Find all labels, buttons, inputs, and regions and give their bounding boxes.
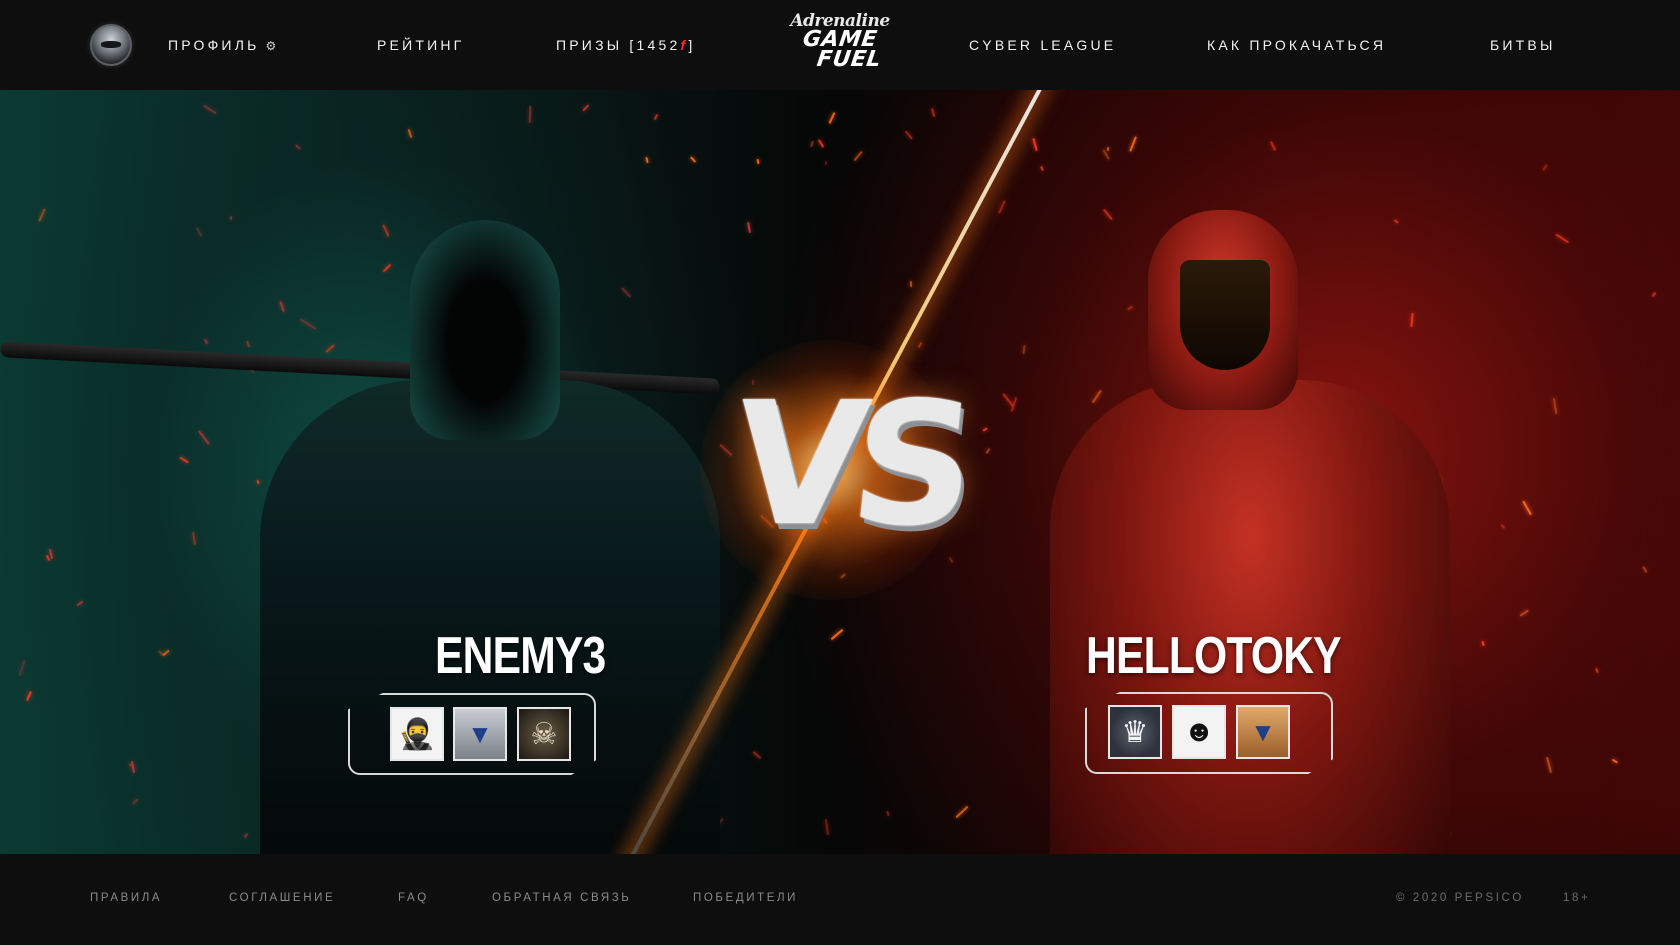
spark <box>1555 233 1569 244</box>
elite-gold-icon[interactable]: ▼ <box>1236 705 1290 759</box>
crown-icon[interactable]: ♛ <box>1108 705 1162 759</box>
footer-feedback-link[interactable]: ОБРАТНАЯ СВЯЗЬ <box>492 892 631 904</box>
spark <box>1269 140 1276 151</box>
spark <box>955 806 969 819</box>
spark <box>192 532 197 546</box>
spark <box>1545 756 1552 773</box>
footer-rules-link[interactable]: ПРАВИЛА <box>90 892 162 904</box>
nav-howto[interactable]: КАК ПРОКАЧАТЬСЯ <box>1207 36 1386 54</box>
spark <box>930 108 935 118</box>
nav-profile[interactable]: ПРОФИЛЬ ⚙ <box>168 36 279 55</box>
gear-icon[interactable]: ⚙ <box>265 37 279 55</box>
spark <box>756 158 760 164</box>
left-character-body <box>260 380 720 854</box>
spark <box>1481 641 1486 647</box>
spark <box>886 810 890 816</box>
top-navigation: ПРОФИЛЬ ⚙ РЕЙТИНГ ПРИЗЫ [1452f] Adrenalin… <box>0 0 1680 90</box>
nav-prizes[interactable]: ПРИЗЫ [1452f] <box>556 36 695 54</box>
nav-cyber-league-label: CYBER LEAGUE <box>969 37 1117 53</box>
spark <box>45 555 51 562</box>
spark <box>1039 165 1044 172</box>
vs-title: VS <box>724 366 972 564</box>
right-character-body <box>1050 380 1450 854</box>
spark <box>1518 609 1529 617</box>
nav-profile-label: ПРОФИЛЬ <box>168 37 260 53</box>
nav-rating-label: РЕЙТИНГ <box>377 37 465 53</box>
footer-winners-link[interactable]: ПОБЕДИТЕЛИ <box>693 892 798 904</box>
nav-battles-label: БИТВЫ <box>1490 37 1556 53</box>
spark <box>746 221 751 233</box>
nav-rating[interactable]: РЕЙТИНГ <box>377 36 464 54</box>
spark <box>195 227 202 237</box>
spark <box>203 338 209 344</box>
left-character-hood <box>410 220 560 440</box>
spark <box>904 130 913 141</box>
right-character-visor <box>1180 260 1270 370</box>
spark <box>1542 163 1548 171</box>
battle-hero: VS ENEMY3 🥷 ▼ ☠ HELLOTOKY ♛ ☻ ▼ <box>0 90 1680 854</box>
spark <box>1106 146 1110 152</box>
footer-faq-link[interactable]: FAQ <box>398 892 429 904</box>
spark <box>1032 138 1038 151</box>
spark <box>38 208 46 222</box>
logo-fuel: FUEL <box>815 47 883 72</box>
spark <box>161 649 170 657</box>
spark <box>828 112 836 125</box>
hood-icon[interactable]: 🥷 <box>390 707 444 761</box>
spark <box>1522 500 1532 516</box>
spark <box>179 456 189 464</box>
spark <box>644 156 649 163</box>
spark <box>690 156 697 163</box>
robot-icon[interactable]: ☻ <box>1172 705 1226 759</box>
spark <box>825 161 828 166</box>
nav-prizes-close: ] <box>688 37 696 53</box>
skull-icon[interactable]: ☠ <box>517 707 571 761</box>
spark <box>1129 135 1138 152</box>
user-avatar[interactable] <box>90 24 132 66</box>
nav-battles[interactable]: БИТВЫ <box>1490 36 1556 54</box>
footer-copyright: © 2020 PEPSICO <box>1396 892 1524 904</box>
footer-age-rating: 18+ <box>1563 892 1591 904</box>
spark <box>76 600 84 607</box>
spark <box>197 430 210 446</box>
spark <box>26 690 33 701</box>
nav-cyber-league[interactable]: CYBER LEAGUE <box>969 36 1116 54</box>
spark <box>131 798 139 805</box>
spark <box>408 128 413 138</box>
spark <box>752 751 762 760</box>
spark <box>818 139 825 148</box>
weapon-graphic <box>0 341 720 395</box>
spark <box>203 104 217 115</box>
spark <box>910 280 913 287</box>
spark <box>1500 524 1506 530</box>
spark <box>810 140 815 147</box>
spark <box>18 660 26 677</box>
footer: ПРАВИЛА СОГЛАШЕНИЕ FAQ ОБРАТНАЯ СВЯЗЬ ПО… <box>0 854 1680 945</box>
spark <box>853 150 864 162</box>
spark <box>654 114 659 121</box>
left-player-name[interactable]: ENEMY3 <box>435 628 606 684</box>
right-player-name[interactable]: HELLOTOKY <box>1086 628 1342 684</box>
spark <box>917 342 923 349</box>
spark <box>1641 565 1648 574</box>
nav-prizes-label: ПРИЗЫ [1452 <box>556 37 681 53</box>
spark <box>982 427 988 432</box>
spark <box>997 199 1006 213</box>
spark <box>825 818 830 836</box>
spark <box>528 106 532 124</box>
elite-icon[interactable]: ▼ <box>453 707 507 761</box>
spark <box>1651 292 1656 298</box>
spark <box>1611 758 1619 764</box>
spark <box>1022 344 1026 354</box>
nav-howto-label: КАК ПРОКАЧАТЬСЯ <box>1207 37 1387 53</box>
spark <box>1595 667 1600 674</box>
spark <box>1552 398 1557 414</box>
spark <box>985 448 991 455</box>
footer-agreement-link[interactable]: СОГЛАШЕНИЕ <box>229 892 335 904</box>
spark <box>1002 393 1014 407</box>
spark <box>582 104 590 112</box>
brand-logo[interactable]: Adrenaline GAME FUEL <box>780 12 900 80</box>
spark <box>295 144 302 150</box>
spark <box>830 628 844 641</box>
